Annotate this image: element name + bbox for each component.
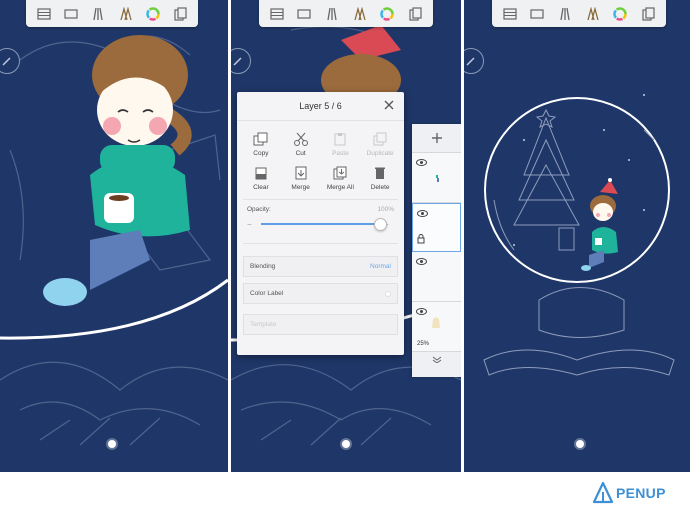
merge-all-icon (331, 165, 349, 181)
cut-button[interactable]: Cut (281, 131, 321, 157)
pencil-brush-icon[interactable] (88, 4, 108, 24)
copy-button[interactable]: Copy (241, 131, 281, 157)
layers-icon[interactable] (267, 4, 287, 24)
home-indicator[interactable] (576, 440, 584, 448)
merge-icon (292, 165, 310, 181)
opacity-value: 100% (377, 206, 394, 213)
layer-dialog-header: Layer 5 / 6 (237, 92, 404, 121)
template-label: Template (250, 321, 277, 328)
screen-zoomed-out (464, 0, 690, 472)
layers-stack-icon (432, 356, 441, 363)
opacity-label: Opacity: (247, 206, 271, 213)
opacity-slider[interactable]: − + (247, 217, 394, 231)
top-toolbar (492, 0, 666, 27)
eye-icon[interactable] (416, 308, 427, 315)
eye-icon[interactable] (416, 159, 427, 166)
plus-icon (431, 133, 442, 143)
top-toolbar (259, 0, 433, 27)
layer-list-more[interactable] (412, 352, 461, 366)
delete-button[interactable]: Delete (360, 165, 400, 191)
penup-logo: PENUP (592, 481, 666, 505)
layers-icon[interactable] (34, 4, 54, 24)
clipboard-icon[interactable] (170, 4, 190, 24)
trash-icon (371, 165, 389, 181)
brush-set-icon[interactable] (583, 4, 603, 24)
lock-icon[interactable] (417, 234, 425, 244)
close-button[interactable] (382, 98, 396, 112)
template-row[interactable]: Template (243, 314, 398, 335)
merge-button[interactable]: Merge (281, 165, 321, 191)
pen-icon (2, 57, 11, 66)
clipboard-icon[interactable] (638, 4, 658, 24)
duplicate-icon (371, 131, 389, 147)
brush-set-icon[interactable] (350, 4, 370, 24)
layer-item-selected[interactable] (412, 203, 461, 252)
home-indicator[interactable] (342, 440, 350, 448)
color-label-label: Color Label (250, 290, 284, 297)
penup-logo-text: PENUP (616, 485, 666, 501)
pencil-brush-icon[interactable] (555, 4, 575, 24)
top-toolbar (26, 0, 198, 27)
layer-thumbnail (436, 175, 439, 182)
color-wheel-icon[interactable] (610, 4, 630, 24)
opacity-fill (261, 223, 380, 225)
screen-zoomed-in (0, 0, 228, 472)
layer-dialog: Layer 5 / 6 Copy Cut Paste Duplicate Cle… (237, 92, 404, 355)
canvas-icon[interactable] (294, 4, 314, 24)
close-icon (384, 100, 394, 110)
brush-set-icon[interactable] (116, 4, 136, 24)
add-layer-button[interactable] (412, 124, 461, 153)
color-wheel-icon[interactable] (143, 4, 163, 24)
copy-icon (252, 131, 270, 147)
layer-list: 25% (412, 124, 461, 377)
pen-icon (233, 57, 242, 66)
artwork-zoomed (0, 35, 228, 446)
scissors-icon (292, 131, 310, 147)
clear-icon (252, 165, 270, 181)
home-indicator[interactable] (108, 440, 116, 448)
layer-dialog-title: Layer 5 / 6 (299, 101, 342, 111)
opacity-thumb[interactable] (374, 218, 387, 231)
penup-logo-icon (592, 481, 614, 504)
layers-icon[interactable] (500, 4, 520, 24)
pencil-brush-icon[interactable] (322, 4, 342, 24)
layer-thumbnail (432, 317, 440, 328)
color-swatch (385, 290, 391, 297)
eye-icon[interactable] (416, 258, 427, 265)
canvas-icon[interactable] (527, 4, 547, 24)
color-label-row[interactable]: Color Label (243, 283, 398, 304)
opacity-track[interactable] (261, 218, 387, 231)
merge-all-button[interactable]: Merge All (321, 165, 361, 191)
opacity-row: Opacity: 100% (237, 200, 404, 213)
blending-row[interactable]: Blending Normal (243, 256, 398, 277)
screen-layer-menu: Layer 5 / 6 Copy Cut Paste Duplicate Cle… (231, 0, 461, 472)
paste-icon (331, 131, 349, 147)
duplicate-button[interactable]: Duplicate (360, 131, 400, 157)
blending-value: Normal (370, 263, 391, 270)
artwork-full (483, 94, 675, 376)
layer-item[interactable]: 25% (412, 302, 461, 352)
paste-button[interactable]: Paste (321, 131, 361, 157)
blending-label: Blending (250, 263, 276, 270)
clear-button[interactable]: Clear (241, 165, 281, 191)
eye-icon[interactable] (417, 210, 428, 217)
clipboard-icon[interactable] (405, 4, 425, 24)
color-wheel-icon[interactable] (377, 4, 397, 24)
layer-item[interactable] (412, 153, 461, 203)
layer-opacity-badge: 25% (417, 341, 430, 347)
canvas-icon[interactable] (61, 4, 81, 24)
layer-operations: Copy Cut Paste Duplicate Clear Merge Mer… (237, 121, 404, 191)
minus-icon[interactable]: − (247, 220, 257, 229)
layer-item[interactable] (412, 252, 461, 302)
pen-icon (466, 57, 475, 66)
